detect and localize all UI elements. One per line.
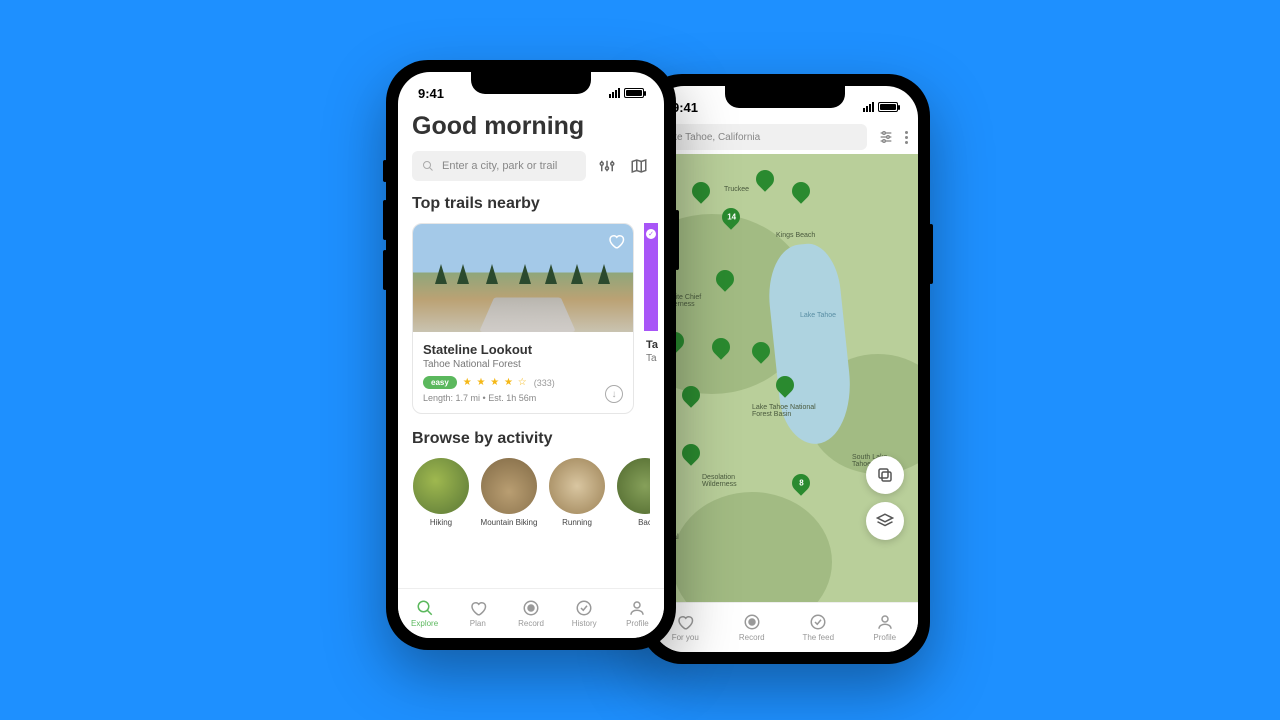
search-icon xyxy=(422,160,434,172)
tab-record[interactable]: Record xyxy=(504,589,557,638)
notch xyxy=(471,72,591,94)
map-pin[interactable] xyxy=(682,444,700,468)
battery-icon xyxy=(878,102,898,112)
tab-profile[interactable]: Profile xyxy=(611,589,664,638)
map-pin-cluster[interactable]: 8 xyxy=(792,474,810,498)
trail-image xyxy=(413,224,633,332)
activity-image xyxy=(617,458,650,514)
map-pin[interactable] xyxy=(716,270,734,294)
map-label: Lake Tahoe xyxy=(800,312,836,319)
tab-record[interactable]: Record xyxy=(719,603,786,652)
checkmark-icon: ✓ xyxy=(646,229,656,239)
search-value: ke Tahoe, California xyxy=(672,132,760,143)
download-icon[interactable]: ↓ xyxy=(605,385,623,403)
activity-running[interactable]: Running xyxy=(548,458,606,527)
notch xyxy=(725,86,845,108)
trail-stats: Length: 1.7 mi • Est. 1h 56m xyxy=(423,393,623,403)
greeting-title: Good morning xyxy=(412,112,650,141)
difficulty-badge: easy xyxy=(423,376,457,389)
map-overlay-button[interactable] xyxy=(866,456,904,494)
activity-hiking[interactable]: Hiking xyxy=(412,458,470,527)
trail-location: Tahoe National Forest xyxy=(423,359,623,370)
map-view[interactable]: Truckee Kings Beach Granite Chief Wilder… xyxy=(652,154,918,602)
tab-feed[interactable]: The feed xyxy=(785,603,852,652)
map-pin[interactable] xyxy=(756,170,774,194)
trail-card-peek[interactable]: ✓ Ta Ta xyxy=(644,223,658,414)
activity-backpacking[interactable]: Bac xyxy=(616,458,650,527)
map-pin[interactable] xyxy=(776,376,794,400)
search-input[interactable]: Enter a city, park or trail xyxy=(412,151,586,181)
tab-plan[interactable]: Plan xyxy=(451,589,504,638)
activity-image xyxy=(481,458,537,514)
search-placeholder: Enter a city, park or trail xyxy=(442,160,557,172)
activity-mountain-biking[interactable]: Mountain Biking xyxy=(480,458,538,527)
tab-profile[interactable]: Profile xyxy=(852,603,919,652)
tab-history[interactable]: History xyxy=(558,589,611,638)
map-label: Desolation Wilderness xyxy=(702,474,762,488)
map-pin[interactable] xyxy=(682,386,700,410)
map-pin[interactable] xyxy=(692,182,710,206)
tab-bar: Explore Plan Record History Profile xyxy=(398,588,664,638)
map-pin-cluster[interactable]: 14 xyxy=(722,208,740,232)
trail-card[interactable]: Stateline Lookout Tahoe National Forest … xyxy=(412,223,634,414)
more-icon[interactable] xyxy=(905,131,908,144)
map-label: Lake Tahoe National Forest Basin xyxy=(752,404,832,418)
battery-icon xyxy=(624,88,644,98)
tab-explore[interactable]: Explore xyxy=(398,589,451,638)
activity-image xyxy=(413,458,469,514)
map-layers-button[interactable] xyxy=(866,502,904,540)
review-count: (333) xyxy=(534,378,555,388)
activity-image xyxy=(549,458,605,514)
status-time: 9:41 xyxy=(418,86,444,101)
map-search-input[interactable]: ke Tahoe, California xyxy=(662,124,867,150)
map-pin[interactable] xyxy=(792,182,810,206)
top-trails-title: Top trails nearby xyxy=(412,195,650,213)
map-label: Kings Beach xyxy=(776,232,815,239)
phone-explore-screen: 9:41 Good morning Enter a city, park or … xyxy=(386,60,676,650)
star-rating: ★ ★ ★ ★ ☆ xyxy=(463,377,528,388)
phone-map-screen: 9:41 ke Tahoe, California xyxy=(640,74,930,664)
map-icon[interactable] xyxy=(628,155,650,177)
filter-icon[interactable] xyxy=(875,126,897,148)
signal-icon xyxy=(609,88,620,98)
favorite-icon[interactable] xyxy=(607,232,625,255)
filter-icon[interactable] xyxy=(596,155,618,177)
trail-name: Stateline Lookout xyxy=(423,342,623,357)
browse-activity-title: Browse by activity xyxy=(412,430,650,448)
map-pin[interactable] xyxy=(712,338,730,362)
map-label: Truckee xyxy=(724,186,749,193)
tab-bar: For you Record The feed Profile xyxy=(652,602,918,652)
map-pin[interactable] xyxy=(752,342,770,366)
signal-icon xyxy=(863,102,874,112)
